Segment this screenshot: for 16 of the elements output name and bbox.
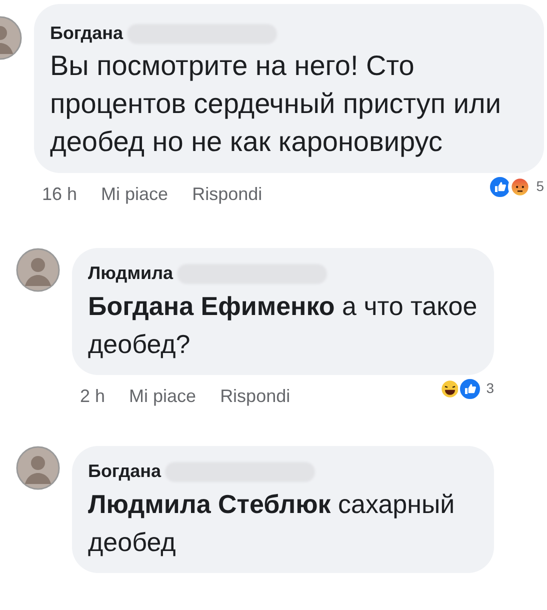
author-name[interactable]: Богдана (50, 20, 124, 47)
reaction-count: 5 (536, 177, 544, 196)
avatar[interactable] (16, 248, 60, 292)
comment-text: Людмила Стеблюк сахарный деобед (88, 488, 456, 559)
comment-text: Богдана Ефименко а что такое деобед? (88, 290, 478, 361)
author-name[interactable]: Богдана (88, 458, 162, 485)
comment-text: Вы посмотрите на него! Сто процентов сердечный приступ или деобед но не как кароновирус (50, 49, 502, 159)
reply-link[interactable]: Rispondi (192, 181, 262, 208)
timestamp: 16 h (42, 183, 78, 206)
reply-link[interactable]: Rispondi (220, 383, 290, 410)
avatar[interactable] (16, 446, 60, 490)
like-link[interactable]: Mi piace (129, 383, 196, 410)
like-link[interactable]: Mi piace (101, 181, 168, 208)
author-name[interactable]: Людмила (88, 260, 174, 287)
timestamp: 2 h (80, 385, 106, 408)
reaction-count: 3 (486, 379, 494, 398)
